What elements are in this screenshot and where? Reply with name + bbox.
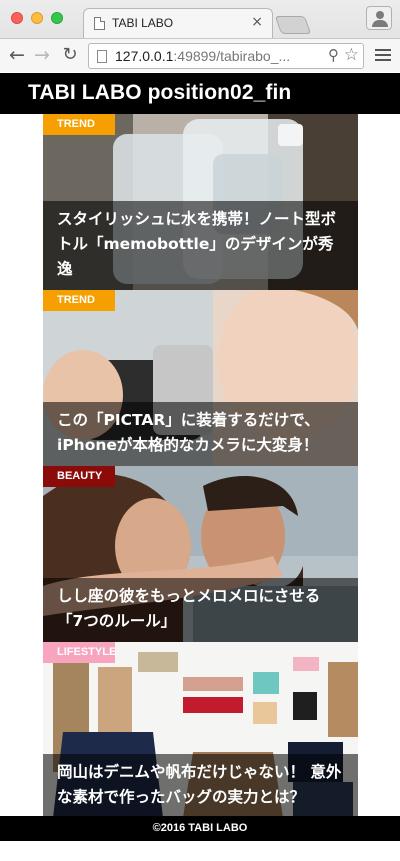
forward-button[interactable]: → [30, 43, 54, 67]
address-bar[interactable]: 127.0.0.1:49899/tabirabo_... ⚲ ☆ [88, 43, 364, 69]
page-info-icon[interactable] [97, 50, 107, 63]
article-card[interactable]: BEAUTY しし座の彼をもっとメロメロにさせる「7つのルール」 [43, 466, 358, 642]
browser-tab[interactable]: TABI LABO × [83, 8, 273, 38]
tab-title: TABI LABO [112, 16, 174, 30]
article-title[interactable]: しし座の彼をもっとメロメロにさせる「7つのルール」 [43, 578, 358, 642]
profile-button[interactable] [366, 6, 392, 30]
article-list: TREND スタイリッシュに水を携帯！ノート型ボトル「memobottle」のデ… [43, 114, 358, 818]
article-card[interactable]: TREND スタイリッシュに水を携帯！ノート型ボトル「memobottle」のデ… [43, 114, 358, 290]
minimize-window-button[interactable] [31, 12, 43, 24]
browser-chrome: TABI LABO × ← → ↻ 127.0.0.1:49899/tabira… [0, 0, 400, 72]
menu-icon[interactable] [375, 49, 391, 63]
close-tab-icon[interactable]: × [251, 14, 263, 30]
article-title[interactable]: スタイリッシュに水を携帯！ノート型ボトル「memobottle」のデザインが秀逸 [43, 201, 358, 290]
article-title[interactable]: 岡山はデニムや帆布だけじゃない！ 意外な素材で作ったバッグの実力とは？ [43, 754, 358, 818]
category-badge[interactable]: TREND [43, 114, 115, 135]
page-viewport: TABI LABO position02_fin TREND スタイリッシュに水… [0, 73, 400, 861]
zoom-window-button[interactable] [51, 12, 63, 24]
reload-button[interactable]: ↻ [58, 43, 82, 67]
browser-toolbar: ← → ↻ 127.0.0.1:49899/tabirabo_... ⚲ ☆ [0, 38, 400, 72]
site-footer: ©2016 TABI LABO [0, 816, 400, 841]
page-icon [94, 17, 105, 30]
bookmark-star-icon[interactable]: ☆ [344, 45, 359, 65]
article-card[interactable]: LIFESTYLE 岡山はデニムや帆布だけじゃない！ 意外な素材で作ったバッグの… [43, 642, 358, 818]
new-tab-button[interactable] [274, 16, 312, 34]
search-icon[interactable]: ⚲ [328, 46, 339, 64]
article-title[interactable]: この「PICTAR」に装着するだけで、iPhoneが本格的なカメラに大変身！ [43, 402, 358, 466]
article-card[interactable]: TREND この「PICTAR」に装着するだけで、iPhoneが本格的なカメラに… [43, 290, 358, 466]
site-title[interactable]: TABI LABO position02_fin [28, 81, 291, 105]
tab-strip: TABI LABO × [0, 0, 400, 38]
back-button[interactable]: ← [5, 43, 29, 67]
category-badge[interactable]: TREND [43, 290, 115, 311]
category-badge[interactable]: BEAUTY [43, 466, 115, 487]
copyright-text: ©2016 TABI LABO [152, 822, 248, 834]
url-text[interactable]: 127.0.0.1:49899/tabirabo_... [115, 48, 290, 64]
close-window-button[interactable] [11, 12, 23, 24]
site-header: TABI LABO position02_fin [0, 73, 400, 114]
category-badge[interactable]: LIFESTYLE [43, 642, 116, 663]
person-icon [376, 11, 384, 19]
